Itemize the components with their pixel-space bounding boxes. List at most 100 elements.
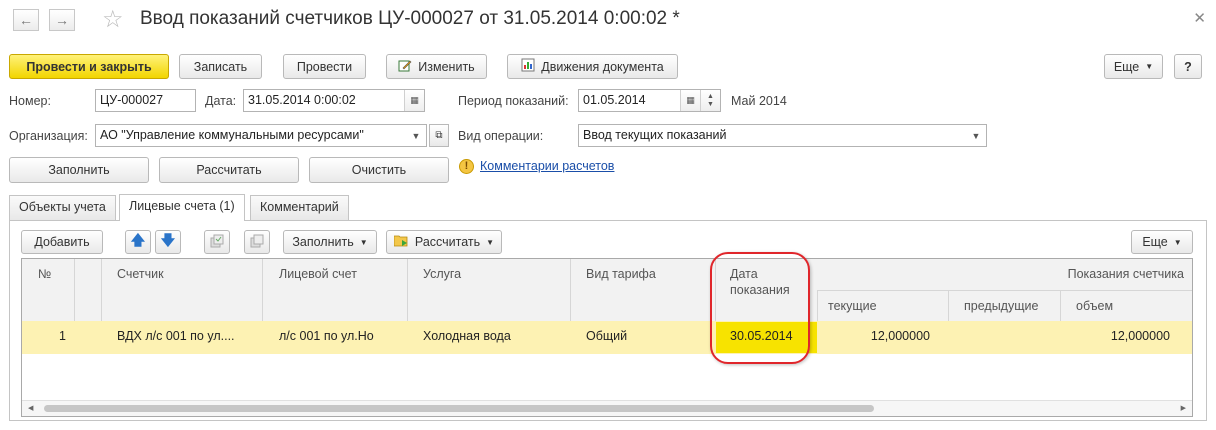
calendar-icon[interactable]: ▦ xyxy=(404,90,424,111)
row-volume[interactable]: 12,000000 xyxy=(1111,329,1170,343)
copy-icon xyxy=(210,234,224,251)
dropdown-arrow-icon: ▼ xyxy=(1173,237,1182,247)
write-button[interactable]: Записать xyxy=(179,54,262,79)
operation-value: Ввод текущих показаний xyxy=(583,128,727,142)
forward-button[interactable]: → xyxy=(49,9,75,31)
favorite-star-icon[interactable]: ☆ xyxy=(102,5,124,34)
table-fill-button[interactable]: Заполнить ▼ xyxy=(283,230,377,254)
dropdown-arrow-icon: ▼ xyxy=(486,237,495,247)
edit-button[interactable]: Изменить xyxy=(386,54,487,79)
period-text: Май 2014 xyxy=(731,94,787,108)
arrow-left-icon: ← xyxy=(19,12,33,28)
scrollbar-thumb[interactable] xyxy=(44,405,874,412)
col-meter: Счетчик xyxy=(117,267,164,281)
dropdown-arrow-icon[interactable]: ▼ xyxy=(966,125,986,146)
dropdown-arrow-icon: ▼ xyxy=(359,237,368,247)
row-tariff[interactable]: Общий xyxy=(586,329,627,343)
row-current[interactable]: 12,000000 xyxy=(871,329,930,343)
clear-label: Очистить xyxy=(351,163,407,177)
col-account: Лицевой счет xyxy=(279,267,357,281)
calculate-button[interactable]: Рассчитать xyxy=(159,157,299,183)
arrow-up-icon: 🡅 xyxy=(130,232,146,248)
col-num: № xyxy=(38,267,52,281)
move-up-button[interactable]: 🡅 xyxy=(125,230,151,254)
back-button[interactable]: ← xyxy=(13,9,39,31)
col-tariff: Вид тарифа xyxy=(586,267,656,281)
row-num: 1 xyxy=(59,329,66,343)
help-label: ? xyxy=(1184,59,1192,74)
arrow-down-icon: 🡇 xyxy=(160,232,176,248)
folder-play-icon xyxy=(393,234,409,250)
date-value: 31.05.2014 0:00:02 xyxy=(248,93,356,107)
help-button[interactable]: ? xyxy=(1174,54,1202,79)
warning-icon: ! xyxy=(459,159,474,174)
operation-field[interactable]: Ввод текущих показаний ▼ xyxy=(578,124,987,147)
table-fill-label: Заполнить xyxy=(292,235,354,249)
fill-button[interactable]: Заполнить xyxy=(9,157,149,183)
table-more-button[interactable]: Еще ▼ xyxy=(1131,230,1193,254)
tab-accounting-objects[interactable]: Объекты учета xyxy=(9,195,116,220)
open-icon: ⧉ xyxy=(435,130,443,141)
dropdown-arrow-icon: ▼ xyxy=(1145,62,1154,71)
add-button[interactable]: Добавить xyxy=(21,230,103,254)
number-field[interactable]: ЦУ-000027 xyxy=(95,89,196,112)
number-value: ЦУ-000027 xyxy=(100,93,164,107)
post-and-close-label: Провести и закрыть xyxy=(26,59,152,74)
date-label: Дата: xyxy=(205,94,237,108)
window-title: Ввод показаний счетчиков ЦУ-000027 от 31… xyxy=(140,8,680,29)
accounts-table: № Счетчик Лицевой счет Услуга Вид тарифа… xyxy=(21,258,1193,417)
calendar-icon[interactable]: ▦ xyxy=(680,90,700,111)
organization-label: Организация: xyxy=(9,129,88,143)
arrow-right-icon: → xyxy=(55,12,69,28)
row-date[interactable]: 30.05.2014 xyxy=(730,329,793,343)
document-movements-button[interactable]: Движения документа xyxy=(507,54,678,79)
period-label: Период показаний: xyxy=(458,94,569,108)
copy-rows-button[interactable] xyxy=(204,230,230,254)
open-organization-button[interactable]: ⧉ xyxy=(429,124,449,147)
scroll-right-icon[interactable]: ▶ xyxy=(1181,404,1186,412)
scroll-left-icon[interactable]: ◀ xyxy=(28,404,33,412)
more-button[interactable]: Еще ▼ xyxy=(1104,54,1163,79)
col-readings-group: Показания счетчика xyxy=(1067,267,1184,281)
comments-link[interactable]: Комментарии расчетов xyxy=(480,159,614,173)
period-field[interactable]: 01.05.2014 ▦ ▲ ▼ xyxy=(578,89,721,112)
period-stepper[interactable]: ▲ ▼ xyxy=(700,90,720,111)
fill-label: Заполнить xyxy=(48,163,110,177)
pencil-icon xyxy=(398,58,412,75)
number-label: Номер: xyxy=(9,94,51,108)
write-label: Записать xyxy=(193,59,248,74)
operation-label: Вид операции: xyxy=(458,129,544,143)
post-and-close-button[interactable]: Провести и закрыть xyxy=(9,54,169,79)
tab-personal-accounts[interactable]: Лицевые счета (1) xyxy=(119,194,245,221)
movements-label: Движения документа xyxy=(541,59,664,74)
col-current: текущие xyxy=(828,299,877,313)
duplicate-button[interactable] xyxy=(244,230,270,254)
organization-field[interactable]: АО "Управление коммунальными ресурсами" … xyxy=(95,124,427,147)
date-field[interactable]: 31.05.2014 0:00:02 ▦ xyxy=(243,89,425,112)
clear-button[interactable]: Очистить xyxy=(309,157,449,183)
col-service: Услуга xyxy=(423,267,462,281)
period-value: 01.05.2014 xyxy=(583,93,646,107)
report-icon xyxy=(521,58,535,75)
duplicate-icon xyxy=(250,234,264,251)
dropdown-arrow-icon[interactable]: ▼ xyxy=(406,125,426,146)
table-calculate-label: Рассчитать xyxy=(414,235,481,249)
move-down-button[interactable]: 🡇 xyxy=(155,230,181,254)
calculate-label: Рассчитать xyxy=(196,163,262,177)
tab-comment[interactable]: Комментарий xyxy=(250,195,349,220)
col-date-line1: Дата xyxy=(730,267,758,281)
col-volume: объем xyxy=(1076,299,1114,313)
horizontal-scrollbar[interactable]: ◀ ▶ xyxy=(22,400,1192,416)
col-date-line2: показания xyxy=(730,283,790,297)
add-label: Добавить xyxy=(34,235,90,249)
close-icon[interactable]: ✕ xyxy=(1193,9,1206,27)
col-previous: предыдущие xyxy=(964,299,1039,313)
table-calculate-button[interactable]: Рассчитать ▼ xyxy=(386,230,502,254)
organization-value: АО "Управление коммунальными ресурсами" xyxy=(100,128,364,142)
row-account[interactable]: л/с 001 по ул.Но xyxy=(279,329,374,343)
post-label: Провести xyxy=(296,59,353,74)
post-button[interactable]: Провести xyxy=(283,54,366,79)
row-service[interactable]: Холодная вода xyxy=(423,329,511,343)
row-meter[interactable]: ВДХ л/с 001 по ул.... xyxy=(117,329,235,343)
edit-label: Изменить xyxy=(418,59,475,74)
